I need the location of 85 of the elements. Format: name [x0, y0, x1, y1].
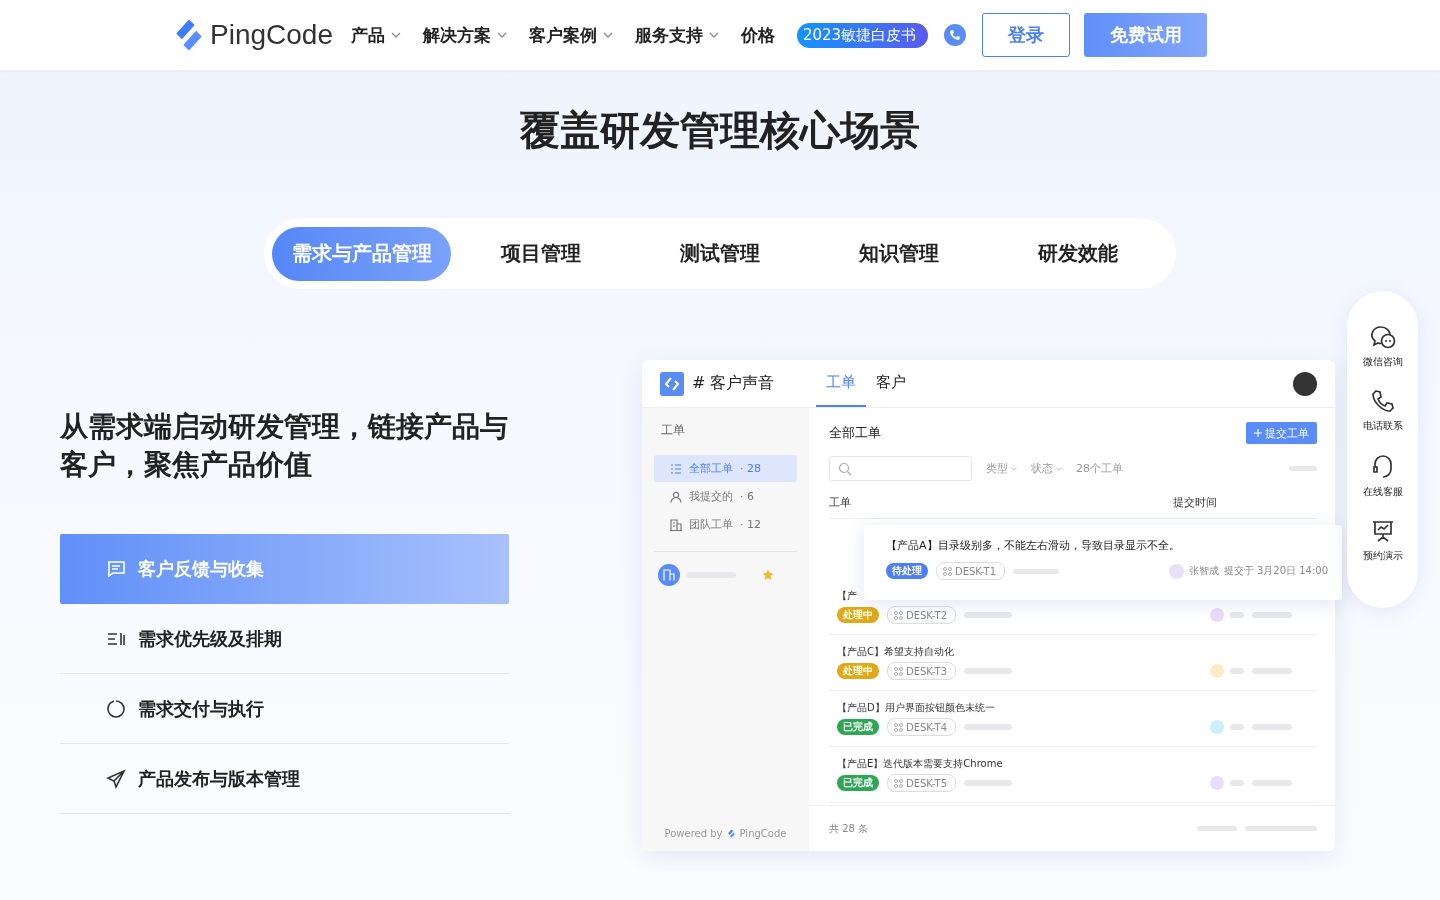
building-icon	[658, 564, 680, 586]
ticket-id: DESK-T3	[887, 662, 957, 680]
ticket-title: 【产	[837, 589, 858, 602]
nav-menu-item[interactable]: 客户案例	[529, 23, 613, 47]
logo-text[interactable]: PingCode	[210, 19, 333, 51]
caret-icon	[1056, 466, 1062, 471]
placeholder-bar	[964, 612, 1013, 618]
ticket-title: 【产品C】希望支持自动化	[837, 645, 955, 658]
building-icon	[670, 518, 682, 531]
scenario-tab[interactable]: 测试管理	[630, 226, 809, 281]
ticket-title: 【产品A】目录级别多，不能左右滑动，导致目录显示不全。	[886, 538, 1181, 553]
nav-menu-item[interactable]: 解决方案	[423, 23, 507, 47]
feature-item[interactable]: 需求优先级及排期	[60, 604, 509, 674]
ticket-title: 【产品D】用户界面按钮颜色未统一	[837, 701, 996, 714]
ticket-id: DESK-T4	[887, 718, 957, 736]
feature-item[interactable]: 需求交付与执行	[60, 674, 509, 744]
nav-menu-item[interactable]: 服务支持	[635, 23, 719, 47]
nav-menu-item[interactable]: 产品	[351, 23, 401, 47]
scenario-tab[interactable]: 知识管理	[809, 226, 988, 281]
powered-by-text: Powered by	[664, 828, 723, 839]
app-title: # 客户声音	[692, 373, 776, 394]
ticket-card[interactable]: 【产品A】目录级别多，不能左右滑动，导致目录显示不全。 待处理 DESK-T1 张智成 提交于 3月20日 14:00	[864, 525, 1342, 600]
app-tab[interactable]: 工单	[816, 360, 866, 407]
ticket-id: DESK-T2	[887, 606, 957, 624]
message-icon	[106, 558, 126, 579]
cycle-icon	[106, 698, 126, 719]
app-logo-icon	[660, 371, 684, 396]
send-icon	[106, 768, 126, 789]
link-icon	[894, 610, 903, 620]
chat-icon	[1369, 325, 1396, 349]
link-icon	[943, 566, 952, 576]
hero-title: 覆盖研发管理核心场景	[519, 106, 921, 155]
ticket-id: DESK-T1	[936, 562, 1006, 580]
search-field[interactable]	[829, 456, 972, 481]
logo-icon	[726, 829, 736, 838]
list-title: 全部工单	[829, 424, 881, 442]
contact-label[interactable]: 在线客服	[1362, 485, 1403, 499]
list-icon	[670, 462, 682, 475]
contact-label[interactable]: 微信咨询	[1362, 355, 1403, 369]
user-icon	[670, 490, 682, 503]
avatar-icon	[1168, 563, 1184, 579]
login-button[interactable]: 登录	[982, 13, 1071, 57]
status-tag: 待处理	[886, 563, 928, 579]
caret-icon	[391, 32, 401, 38]
sidebar-item[interactable]: 团队工单 · 12	[654, 511, 797, 538]
placeholder-bar	[1230, 612, 1245, 618]
caret-icon	[1011, 466, 1017, 471]
contact-label[interactable]: 预约演示	[1362, 549, 1403, 563]
phone-icon[interactable]	[944, 24, 967, 46]
link-icon	[894, 722, 903, 732]
column-header: 工单	[829, 495, 851, 510]
status-tag: 已完成	[837, 775, 879, 791]
promo-badge[interactable]: 2023敏捷白皮书	[797, 22, 929, 48]
user-name: 张智成	[1188, 564, 1219, 578]
link-icon	[894, 666, 903, 676]
avatar-icon[interactable]	[1293, 371, 1317, 396]
column-header: 提交时间	[1173, 495, 1217, 510]
link-icon	[894, 778, 903, 788]
status-tag: 处理中	[837, 663, 879, 679]
caret-icon	[497, 32, 507, 38]
section-heading: 从需求端启动研发管理，链接产品与客户，聚焦产品价值	[60, 409, 509, 483]
placeholder-bar	[1252, 612, 1293, 618]
search-icon	[838, 461, 852, 476]
submit-time: 提交于 3月20日 14:00	[1223, 564, 1328, 578]
status-tag: 已完成	[837, 719, 879, 735]
ticket-title: 【产品E】迭代版本需要支持Chrome	[837, 757, 1004, 770]
app-tab[interactable]: 客户	[866, 360, 916, 407]
scenario-tab[interactable]: 项目管理	[451, 226, 630, 281]
presentation-icon	[1370, 519, 1395, 543]
brand-text: PingCode	[739, 828, 787, 839]
ticket-id: DESK-T5	[887, 774, 957, 792]
sidebar-item[interactable]: 我提交的 · 6	[654, 483, 797, 510]
sidebar-heading: 工单	[661, 422, 686, 439]
scenario-tab[interactable]: 研发效能	[988, 226, 1167, 281]
status-tag: 处理中	[837, 607, 879, 623]
total-count: 共 28 条	[829, 821, 869, 836]
contact-label[interactable]: 电话联系	[1362, 419, 1403, 433]
nav-menu-item[interactable]: 价格	[741, 23, 775, 47]
star-icon	[762, 569, 774, 581]
phone-icon	[1370, 389, 1395, 413]
caret-icon	[603, 32, 613, 38]
caret-icon	[709, 32, 719, 38]
headset-icon	[1370, 453, 1395, 479]
plus-icon	[1254, 429, 1262, 437]
feature-item[interactable]: 产品发布与版本管理	[60, 744, 509, 814]
